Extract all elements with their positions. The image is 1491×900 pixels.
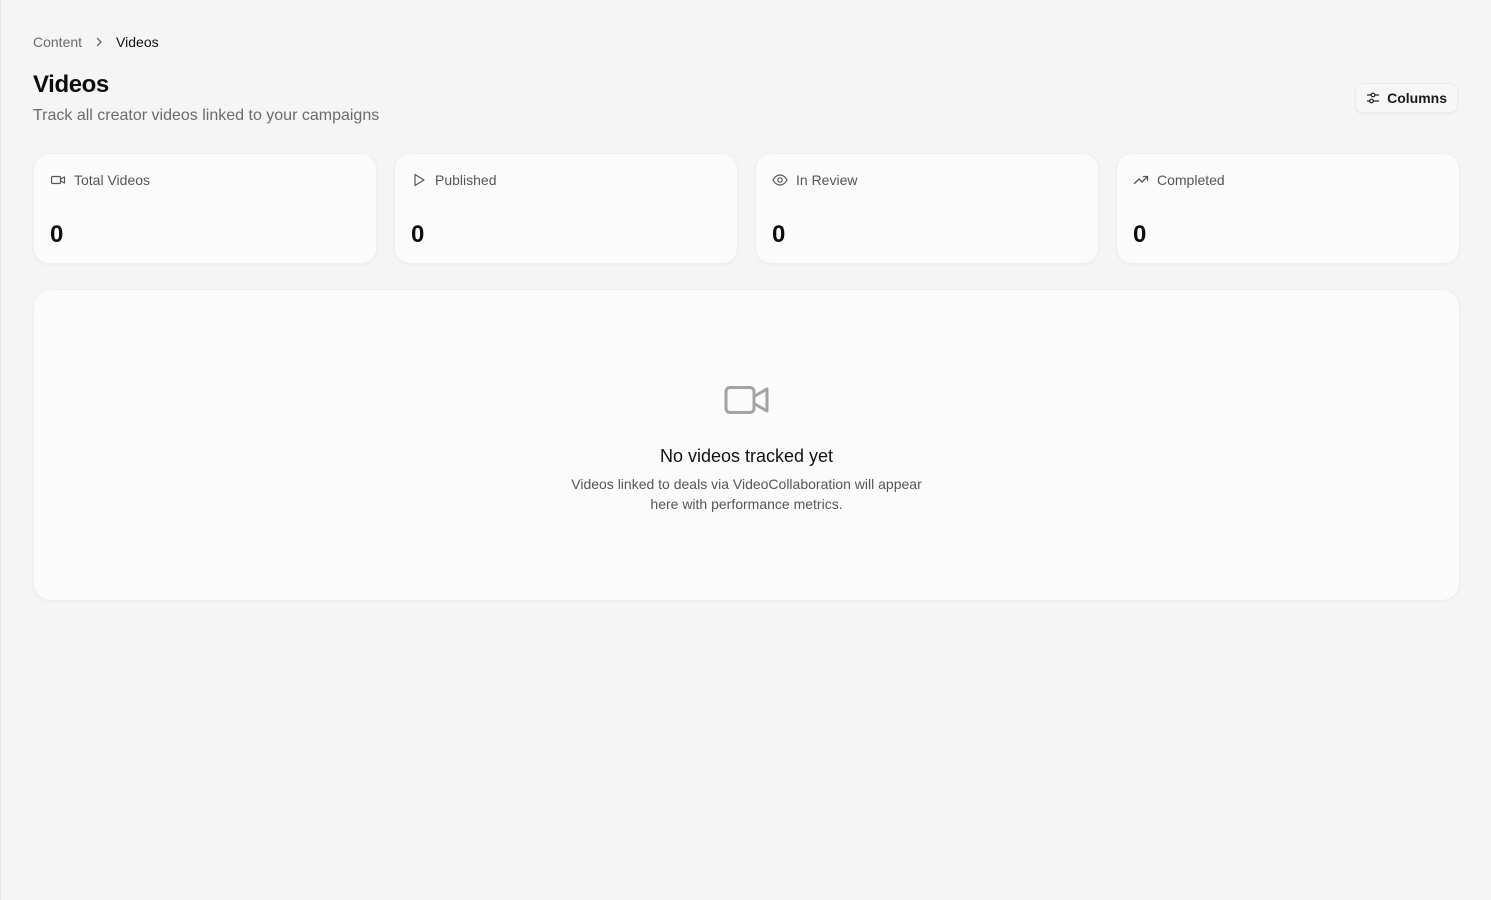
stat-card-completed: Completed 0 bbox=[1116, 153, 1460, 264]
page-subtitle: Track all creator videos linked to your … bbox=[33, 107, 380, 124]
breadcrumb-content-link[interactable]: Content bbox=[33, 33, 82, 51]
eye-icon bbox=[772, 172, 788, 188]
stat-card-total-videos: Total Videos 0 bbox=[33, 153, 377, 264]
stats-row: Total Videos 0 Published 0 In Review 0 C… bbox=[33, 153, 1460, 264]
sliders-icon bbox=[1366, 91, 1380, 105]
video-icon bbox=[50, 172, 66, 188]
stat-card-published: Published 0 bbox=[394, 153, 738, 264]
stat-value: 0 bbox=[411, 221, 425, 248]
stat-label: Completed bbox=[1157, 172, 1225, 188]
play-icon bbox=[411, 172, 427, 188]
page-title: Videos bbox=[33, 71, 109, 98]
stat-label: Total Videos bbox=[74, 172, 151, 188]
stat-card-in-review: In Review 0 bbox=[755, 153, 1099, 264]
trending-up-icon bbox=[1133, 172, 1149, 188]
video-icon bbox=[724, 384, 770, 421]
columns-button-label: Columns bbox=[1387, 90, 1447, 106]
stat-label: Published bbox=[435, 172, 497, 188]
breadcrumb-current: Videos bbox=[116, 34, 159, 50]
stat-label: In Review bbox=[796, 172, 858, 188]
empty-state-panel: No videos tracked yet Videos linked to d… bbox=[33, 289, 1460, 601]
videos-page: Content Videos Videos Track all creator … bbox=[0, 0, 1491, 900]
stat-value: 0 bbox=[1133, 221, 1147, 248]
empty-state-description: Videos linked to deals via VideoCollabor… bbox=[571, 476, 922, 512]
stat-value: 0 bbox=[50, 221, 64, 248]
chevron-right-icon bbox=[82, 36, 116, 48]
breadcrumb: Content Videos bbox=[33, 33, 159, 51]
stat-value: 0 bbox=[772, 221, 786, 248]
empty-state-title: No videos tracked yet bbox=[659, 446, 834, 466]
columns-button[interactable]: Columns bbox=[1355, 83, 1458, 113]
